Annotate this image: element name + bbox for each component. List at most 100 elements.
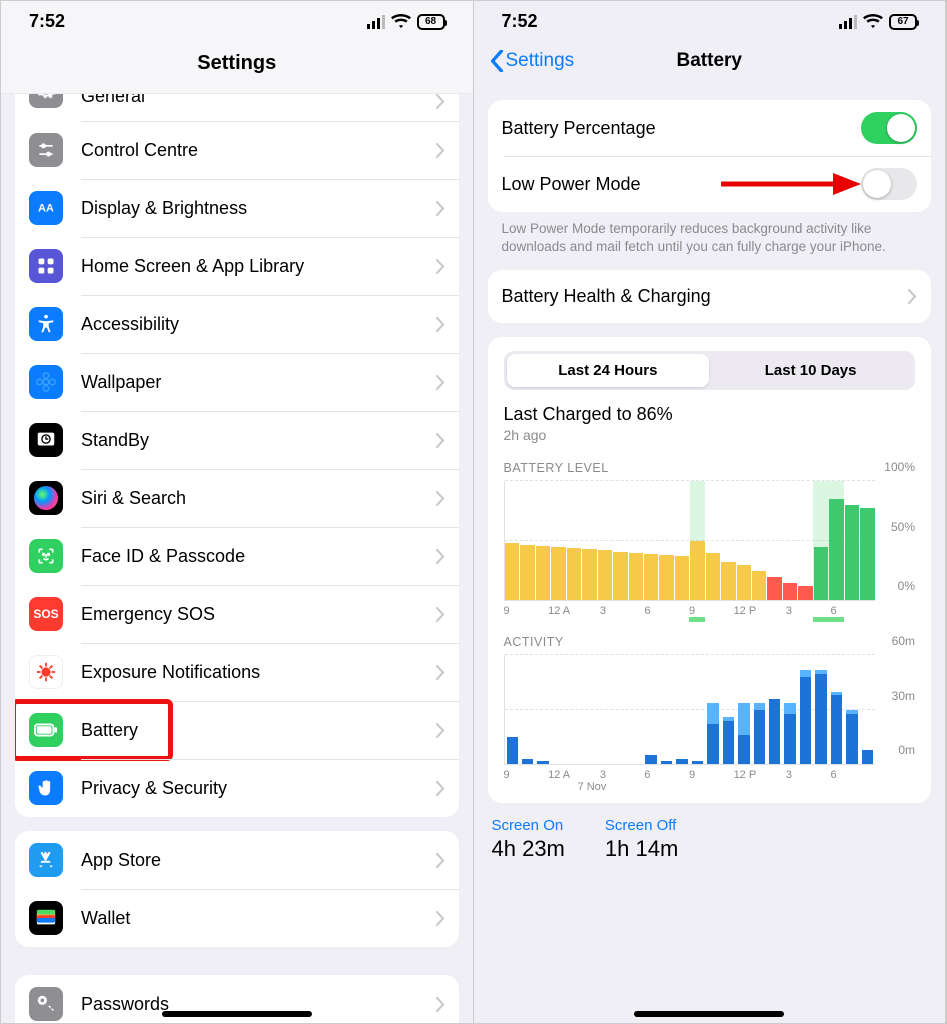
segment-last-10d[interactable]: Last 10 Days [709, 354, 912, 387]
battery-level-chart: 100% 50% 0% 912 A36912 P36 [504, 481, 916, 617]
status-right: 67 [839, 14, 917, 30]
row-label: Siri & Search [81, 488, 436, 509]
settings-row-siri-search[interactable]: Siri & Search [15, 469, 459, 527]
battery-health-group: Battery Health & Charging [488, 270, 932, 323]
siri-icon [29, 481, 63, 515]
row-low-power-mode: Low Power Mode [488, 156, 932, 212]
status-time: 7:52 [502, 11, 538, 32]
accessibility-icon [29, 307, 63, 341]
activity-chart: 60m 30m 0m 912 A36912 P36 7 Nov [504, 655, 916, 793]
status-right: 68 [367, 14, 445, 30]
label: Battery Percentage [502, 118, 862, 139]
settings-row-battery[interactable]: Battery [15, 701, 459, 759]
settings-row-exposure-notifications[interactable]: Exposure Notifications [15, 643, 459, 701]
segment-last-24h[interactable]: Last 24 Hours [507, 354, 710, 387]
row-label: Emergency SOS [81, 604, 436, 625]
settings-row-emergency-sos[interactable]: SOS Emergency SOS [15, 585, 459, 643]
screen-on-value: 4h 23m [492, 836, 565, 862]
chevron-right-icon [436, 607, 445, 622]
row-label: Control Centre [81, 140, 436, 161]
cellular-signal-icon [839, 15, 857, 29]
settings-row-display-brightness[interactable]: AA Display & Brightness [15, 179, 459, 237]
settings-row-wallet[interactable]: Wallet [15, 889, 459, 947]
battery-toggle-group: Battery Percentage Low Power Mode [488, 100, 932, 212]
settings-row-general[interactable]: General [15, 94, 459, 121]
row-battery-percentage: Battery Percentage [488, 100, 932, 156]
status-bar: 7:52 67 [474, 1, 946, 38]
screen-on-block: Screen On 4h 23m [492, 817, 565, 862]
chevron-right-icon [436, 853, 445, 868]
settings-row-wallpaper[interactable]: Wallpaper [15, 353, 459, 411]
wifi-icon [863, 14, 883, 29]
home-indicator[interactable] [634, 1011, 784, 1017]
toggle-battery-percentage[interactable] [861, 112, 917, 144]
label: Low Power Mode [502, 174, 862, 195]
row-label: App Store [81, 850, 436, 871]
appstore-icon [29, 843, 63, 877]
label: Battery Health & Charging [502, 286, 909, 307]
row-label: Display & Brightness [81, 198, 436, 219]
svg-text:AA: AA [38, 202, 54, 214]
toggle-low-power-mode[interactable] [861, 168, 917, 200]
status-bar: 7:52 68 [1, 1, 473, 38]
chevron-right-icon [436, 491, 445, 506]
back-button[interactable]: Settings [490, 50, 575, 72]
row-label: Battery [81, 720, 436, 741]
row-label: General [81, 94, 436, 107]
chevron-right-icon [436, 201, 445, 216]
status-time: 7:52 [29, 11, 65, 32]
row-label: Face ID & Passcode [81, 546, 436, 567]
screen-off-value: 1h 14m [605, 836, 678, 862]
back-label: Settings [506, 50, 575, 72]
screen-on-label: Screen On [492, 817, 565, 834]
battery-screen: 7:52 67 Settings Battery Battery Percent… [474, 1, 947, 1023]
chevron-right-icon [436, 781, 445, 796]
grid-icon [29, 249, 63, 283]
row-label: Wallpaper [81, 372, 436, 393]
chevron-right-icon [436, 259, 445, 274]
brightness-icon: AA [29, 191, 63, 225]
clock-square-icon [29, 423, 63, 457]
row-label: Accessibility [81, 314, 436, 335]
battery-icon [29, 713, 63, 747]
flower-icon [29, 365, 63, 399]
row-label: Home Screen & App Library [81, 256, 436, 277]
chevron-right-icon [436, 317, 445, 332]
row-label: Exposure Notifications [81, 662, 436, 683]
hand-icon [29, 771, 63, 805]
settings-row-home-screen-app-library[interactable]: Home Screen & App Library [15, 237, 459, 295]
screen-time-row: Screen On 4h 23m Screen Off 1h 14m [488, 817, 932, 862]
settings-row-accessibility[interactable]: Accessibility [15, 295, 459, 353]
time-range-segmented: Last 24 Hours Last 10 Days [504, 351, 916, 390]
settings-row-privacy-security[interactable]: Privacy & Security [15, 759, 459, 817]
page-header: Settings Battery [474, 38, 946, 86]
wifi-icon [391, 14, 411, 29]
settings-row-face-id-passcode[interactable]: Face ID & Passcode [15, 527, 459, 585]
screen-off-block: Screen Off 1h 14m [605, 817, 678, 862]
settings-row-control-centre[interactable]: Control Centre [15, 121, 459, 179]
chevron-right-icon [908, 289, 917, 304]
row-battery-health[interactable]: Battery Health & Charging [488, 270, 932, 323]
chevron-right-icon [436, 997, 445, 1012]
page-title: Settings [1, 38, 473, 94]
chevron-right-icon [436, 143, 445, 158]
battery-status-icon: 67 [889, 14, 917, 30]
last-charged-subtitle: 2h ago [504, 427, 916, 443]
key-icon [29, 987, 63, 1021]
chevron-right-icon [436, 911, 445, 926]
screen-off-label: Screen Off [605, 817, 678, 834]
wallet-icon [29, 901, 63, 935]
settings-group-1: General Control Centre AA Display & Brightn… [15, 94, 459, 817]
battery-status-icon: 68 [417, 14, 445, 30]
home-indicator[interactable] [162, 1011, 312, 1017]
last-charged-title: Last Charged to 86% [504, 404, 916, 425]
activity-label: ACTIVITY [504, 635, 916, 649]
settings-row-standby[interactable]: StandBy [15, 411, 459, 469]
gear-icon [29, 94, 63, 108]
chevron-right-icon [436, 375, 445, 390]
activity-date-label: 7 Nov [504, 781, 876, 793]
sos-icon: SOS [29, 597, 63, 631]
settings-row-app-store[interactable]: App Store [15, 831, 459, 889]
chevron-right-icon [436, 549, 445, 564]
virus-icon [29, 655, 63, 689]
